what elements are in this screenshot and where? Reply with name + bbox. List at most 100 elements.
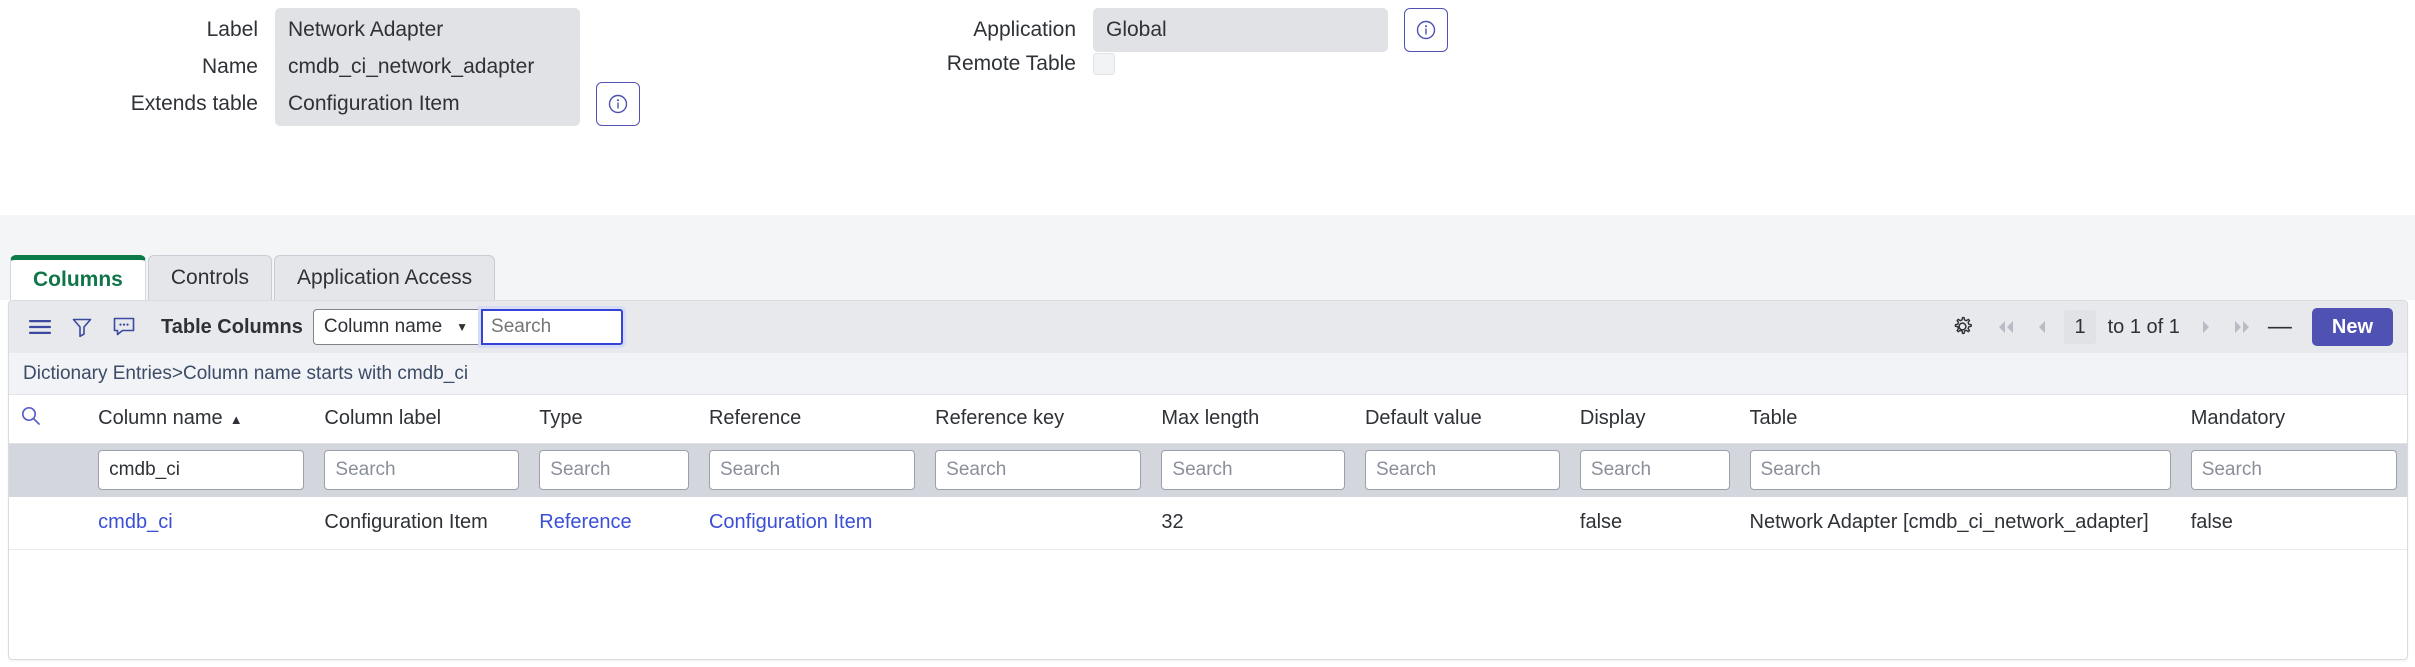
header-reference-key-text: Reference key — [935, 407, 1065, 430]
tab-controls-label: Controls — [170, 266, 250, 289]
search-input[interactable] — [481, 309, 624, 345]
pagination-prev-button[interactable] — [2024, 309, 2060, 345]
cell-table: Network Adapter [cmdb_ci_network_adapter… — [1739, 497, 2181, 550]
row-select-cell[interactable] — [9, 497, 89, 550]
search-icon — [19, 406, 43, 433]
table-header-row: Column name ▲ Column label Type Reference… — [9, 395, 2407, 444]
filter-cell-table — [1739, 443, 2181, 497]
filter-cell-reference — [698, 443, 926, 497]
header-type[interactable]: Type — [529, 395, 699, 444]
tab-controls[interactable]: Controls — [147, 255, 273, 300]
filter-column-label[interactable] — [324, 450, 520, 491]
table-definition-page: Label Network Adapter Name cmdb_ci_netwo… — [0, 0, 2415, 667]
filter-cell-display — [1569, 443, 1740, 497]
cell-mandatory: false — [2180, 497, 2407, 550]
gear-icon[interactable] — [1946, 310, 1980, 344]
filter-mandatory[interactable] — [2190, 450, 2397, 491]
remote-table-checkbox[interactable] — [1093, 53, 1115, 75]
filter-reference[interactable] — [708, 450, 916, 491]
search-field-select-value: Column name — [323, 316, 443, 337]
header-column-label-text: Column label — [324, 407, 442, 430]
filter-cell-spacer — [9, 443, 89, 497]
pagination-last-button[interactable] — [2224, 309, 2260, 345]
info-circle-icon — [1415, 19, 1437, 41]
tab-bar: Columns Controls Application Access — [0, 255, 2415, 300]
field-label-extends-table: Extends table — [130, 92, 258, 115]
filter-type[interactable] — [539, 450, 689, 491]
section-divider — [0, 215, 2415, 255]
cell-display: false — [1569, 497, 1740, 550]
list-container: Table Columns Column name ▼ Search 1 to … — [8, 300, 2408, 660]
filter-reference-key[interactable] — [935, 450, 1142, 491]
cell-reference[interactable]: Configuration Item — [698, 497, 926, 550]
header-column-label[interactable]: Column label — [314, 395, 530, 444]
tab-columns[interactable]: Columns — [10, 255, 146, 300]
application-info-button[interactable] — [1404, 8, 1448, 52]
extends-table-field[interactable]: Configuration Item — [275, 82, 580, 126]
speech-bubble-icon[interactable] — [107, 310, 141, 344]
filter-display[interactable] — [1579, 450, 1730, 491]
form-row-remote-table: Remote Table — [900, 52, 1115, 76]
field-label-remote-table: Remote Table — [946, 52, 1076, 75]
pagination-range-text: to 1 of 1 — [2107, 315, 2180, 338]
filter-table[interactable] — [1749, 450, 2171, 491]
filter-cell-type — [529, 443, 699, 497]
form-row-application: Application Global — [900, 8, 1448, 52]
header-table-text: Table — [1749, 407, 1798, 430]
list-toolbar-right: 1 to 1 of 1 — New — [1946, 301, 2393, 353]
header-table[interactable]: Table — [1739, 395, 2181, 444]
application-field[interactable]: Global — [1093, 8, 1388, 52]
columns-table: Column name ▲ Column label Type Reference… — [9, 395, 2407, 550]
form-row-extends-table: Extends table Configuration Item — [60, 82, 640, 126]
filter-default-value[interactable] — [1364, 450, 1560, 491]
type-link[interactable]: Reference — [539, 511, 631, 533]
header-max-length[interactable]: Max length — [1151, 395, 1355, 444]
collapse-list-button[interactable]: — — [2260, 309, 2300, 345]
sort-ascending-icon: ▲ — [229, 412, 243, 428]
filter-cell-max-length — [1151, 443, 1355, 497]
record-form: Label Network Adapter Name cmdb_ci_netwo… — [0, 0, 2415, 215]
filter-cell-column-name — [88, 443, 315, 497]
search-field-select[interactable]: Column name ▼ — [312, 309, 479, 345]
header-type-text: Type — [539, 407, 583, 430]
cell-column-name[interactable]: cmdb_ci — [88, 497, 315, 550]
header-reference[interactable]: Reference — [698, 395, 926, 444]
filter-cell-default-value — [1354, 443, 1570, 497]
list-toolbar: Table Columns Column name ▼ Search 1 to … — [9, 301, 2407, 353]
filter-breadcrumb[interactable]: Dictionary Entries>Column name starts wi… — [9, 353, 2407, 395]
field-label-label: Label — [206, 18, 258, 41]
chevron-down-icon: ▼ — [456, 320, 469, 334]
header-max-length-text: Max length — [1161, 407, 1260, 430]
pagination-next-button[interactable] — [2188, 309, 2224, 345]
reference-link[interactable]: Configuration Item — [709, 511, 872, 533]
table-row[interactable]: cmdb_ci Configuration Item Reference Con… — [9, 497, 2407, 550]
header-reference-key[interactable]: Reference key — [925, 395, 1152, 444]
pagination-first-button[interactable] — [1988, 309, 2024, 345]
filter-column-name[interactable] — [98, 450, 305, 491]
header-display-text: Display — [1579, 407, 1646, 430]
field-label-application: Application — [973, 18, 1076, 41]
tab-application-access[interactable]: Application Access — [274, 255, 496, 300]
funnel-filter-icon[interactable] — [65, 310, 99, 344]
header-display[interactable]: Display — [1569, 395, 1740, 444]
header-search-toggle[interactable] — [9, 395, 89, 444]
cell-type[interactable]: Reference — [529, 497, 699, 550]
column-name-link[interactable]: cmdb_ci — [98, 511, 172, 533]
column-filter-row — [9, 443, 2407, 497]
header-mandatory[interactable]: Mandatory — [2180, 395, 2407, 444]
search-input-wrapper — [478, 306, 627, 348]
filter-max-length[interactable] — [1161, 450, 1345, 491]
extends-table-info-button[interactable] — [596, 82, 640, 126]
cell-column-label: Configuration Item — [314, 497, 530, 550]
list-title: Table Columns — [161, 315, 303, 338]
hamburger-menu-icon[interactable] — [23, 310, 57, 344]
field-label-name: Name — [201, 55, 258, 78]
new-button[interactable]: New — [2311, 308, 2393, 346]
header-default-value-text: Default value — [1364, 407, 1482, 430]
header-column-name[interactable]: Column name ▲ — [88, 395, 315, 444]
header-default-value[interactable]: Default value — [1354, 395, 1570, 444]
header-mandatory-text: Mandatory — [2190, 407, 2286, 430]
info-circle-icon — [607, 93, 629, 115]
tab-application-access-label: Application Access — [297, 266, 473, 289]
pagination-current-page[interactable]: 1 — [2064, 310, 2096, 344]
